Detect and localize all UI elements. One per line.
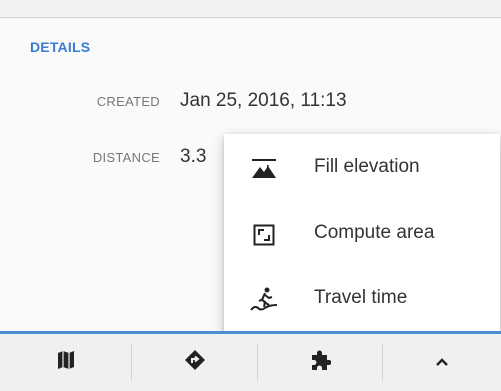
tools-popup-menu: Fill elevation Compute area Travel time bbox=[224, 134, 500, 337]
menu-item-fill-elevation[interactable]: Fill elevation bbox=[224, 138, 500, 200]
distance-value: 3.3 bbox=[180, 146, 207, 167]
distance-label: DISTANCE bbox=[92, 150, 160, 165]
created-value: Jan 25, 2016, 11:13 bbox=[180, 90, 347, 111]
bottom-toolbar bbox=[0, 334, 501, 391]
menu-item-travel-time[interactable]: Travel time bbox=[224, 269, 500, 331]
menu-item-label: Compute area bbox=[314, 222, 435, 243]
compute-area-icon bbox=[250, 221, 278, 249]
fill-elevation-icon bbox=[250, 155, 278, 183]
chevron-up-icon bbox=[435, 354, 449, 372]
details-section-title: DETAILS bbox=[30, 39, 91, 55]
top-bar bbox=[0, 0, 501, 18]
menu-item-label: Fill elevation bbox=[314, 156, 420, 177]
tab-plugins[interactable] bbox=[258, 334, 382, 391]
tab-expand[interactable] bbox=[383, 334, 501, 391]
created-label: CREATED bbox=[96, 94, 160, 109]
puzzle-icon bbox=[309, 349, 332, 376]
directions-icon bbox=[184, 349, 206, 376]
map-icon bbox=[57, 350, 75, 375]
menu-item-compute-area[interactable]: Compute area bbox=[224, 204, 500, 266]
travel-time-icon bbox=[250, 286, 278, 314]
tab-directions[interactable] bbox=[132, 334, 257, 391]
menu-item-label: Travel time bbox=[314, 287, 408, 308]
tab-map[interactable] bbox=[0, 334, 131, 391]
